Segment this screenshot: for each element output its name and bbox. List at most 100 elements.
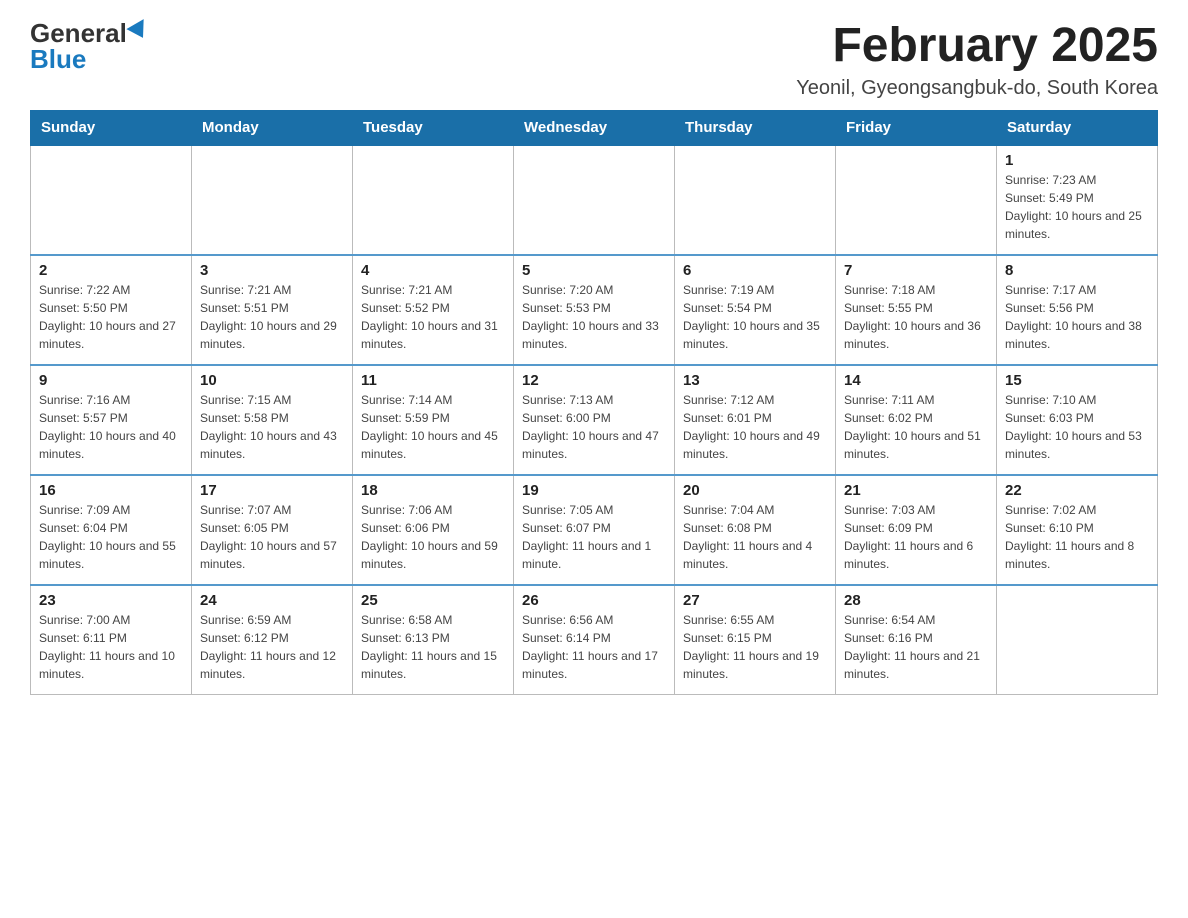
day-info: Sunrise: 7:23 AM Sunset: 5:49 PM Dayligh… (1005, 171, 1149, 243)
title-block: February 2025 Yeonil, Gyeongsangbuk-do, … (796, 20, 1158, 100)
day-header-tuesday: Tuesday (353, 110, 514, 145)
day-header-thursday: Thursday (675, 110, 836, 145)
day-info: Sunrise: 7:15 AM Sunset: 5:58 PM Dayligh… (200, 391, 344, 463)
day-number: 18 (361, 482, 505, 499)
day-info: Sunrise: 7:11 AM Sunset: 6:02 PM Dayligh… (844, 391, 988, 463)
day-info: Sunrise: 7:02 AM Sunset: 6:10 PM Dayligh… (1005, 501, 1149, 573)
day-number: 9 (39, 372, 183, 389)
calendar-cell: 12 Sunrise: 7:13 AM Sunset: 6:00 PM Dayli… (514, 365, 675, 475)
day-number: 1 (1005, 152, 1149, 169)
calendar-cell: 28 Sunrise: 6:54 AM Sunset: 6:16 PM Dayli… (836, 585, 997, 695)
calendar-cell: 5 Sunrise: 7:20 AM Sunset: 5:53 PM Daylig… (514, 255, 675, 365)
calendar-cell: 13 Sunrise: 7:12 AM Sunset: 6:01 PM Dayli… (675, 365, 836, 475)
page-header: General Blue February 2025 Yeonil, Gyeon… (30, 20, 1158, 100)
day-info: Sunrise: 7:21 AM Sunset: 5:51 PM Dayligh… (200, 281, 344, 353)
calendar-cell: 25Sunrise: 6:58 AM Sunset: 6:13 PM Dayli… (353, 585, 514, 695)
day-number: 10 (200, 372, 344, 389)
day-info: Sunrise: 7:06 AM Sunset: 6:06 PM Dayligh… (361, 501, 505, 573)
day-info: Sunrise: 7:14 AM Sunset: 5:59 PM Dayligh… (361, 391, 505, 463)
day-number: 22 (1005, 482, 1149, 499)
calendar-cell: 22 Sunrise: 7:02 AM Sunset: 6:10 PM Dayli… (997, 475, 1158, 585)
day-info: Sunrise: 7:13 AM Sunset: 6:00 PM Dayligh… (522, 391, 666, 463)
day-info: Sunrise: 6:54 AM Sunset: 6:16 PM Dayligh… (844, 611, 988, 683)
calendar-cell: 3 Sunrise: 7:21 AM Sunset: 5:51 PM Daylig… (192, 255, 353, 365)
day-info: Sunrise: 7:22 AM Sunset: 5:50 PM Dayligh… (39, 281, 183, 353)
calendar-cell: 9 Sunrise: 7:16 AM Sunset: 5:57 PM Daylig… (31, 365, 192, 475)
day-number: 11 (361, 372, 505, 389)
day-info: Sunrise: 7:05 AM Sunset: 6:07 PM Dayligh… (522, 501, 666, 573)
day-info: Sunrise: 6:55 AM Sunset: 6:15 PM Dayligh… (683, 611, 827, 683)
day-info: Sunrise: 7:18 AM Sunset: 5:55 PM Dayligh… (844, 281, 988, 353)
calendar-cell: 7 Sunrise: 7:18 AM Sunset: 5:55 PM Daylig… (836, 255, 997, 365)
calendar-cell: 24Sunrise: 6:59 AM Sunset: 6:12 PM Dayli… (192, 585, 353, 695)
calendar-cell: 4 Sunrise: 7:21 AM Sunset: 5:52 PM Daylig… (353, 255, 514, 365)
calendar-week-2: 2 Sunrise: 7:22 AM Sunset: 5:50 PM Daylig… (31, 255, 1158, 365)
day-number: 17 (200, 482, 344, 499)
day-info: Sunrise: 7:07 AM Sunset: 6:05 PM Dayligh… (200, 501, 344, 573)
day-info: Sunrise: 6:56 AM Sunset: 6:14 PM Dayligh… (522, 611, 666, 683)
calendar-week-1: 1 Sunrise: 7:23 AM Sunset: 5:49 PM Daylig… (31, 145, 1158, 255)
day-number: 5 (522, 262, 666, 279)
calendar-week-3: 9 Sunrise: 7:16 AM Sunset: 5:57 PM Daylig… (31, 365, 1158, 475)
day-header-wednesday: Wednesday (514, 110, 675, 145)
day-info: Sunrise: 7:10 AM Sunset: 6:03 PM Dayligh… (1005, 391, 1149, 463)
day-info: Sunrise: 7:21 AM Sunset: 5:52 PM Dayligh… (361, 281, 505, 353)
calendar-cell: 15 Sunrise: 7:10 AM Sunset: 6:03 PM Dayli… (997, 365, 1158, 475)
day-number: 13 (683, 372, 827, 389)
day-info: Sunrise: 7:09 AM Sunset: 6:04 PM Dayligh… (39, 501, 183, 573)
day-info: Sunrise: 7:04 AM Sunset: 6:08 PM Dayligh… (683, 501, 827, 573)
calendar-cell (675, 145, 836, 255)
day-header-friday: Friday (836, 110, 997, 145)
day-number: 15 (1005, 372, 1149, 389)
day-number: 14 (844, 372, 988, 389)
calendar-cell: 20 Sunrise: 7:04 AM Sunset: 6:08 PM Dayli… (675, 475, 836, 585)
logo-triangle-icon (126, 19, 151, 43)
day-number: 4 (361, 262, 505, 279)
day-info: Sunrise: 7:20 AM Sunset: 5:53 PM Dayligh… (522, 281, 666, 353)
day-info: Sunrise: 7:19 AM Sunset: 5:54 PM Dayligh… (683, 281, 827, 353)
calendar-cell (836, 145, 997, 255)
day-number: 25 (361, 592, 505, 609)
calendar-table: SundayMondayTuesdayWednesdayThursdayFrid… (30, 110, 1158, 696)
calendar-week-4: 16 Sunrise: 7:09 AM Sunset: 6:04 PM Dayli… (31, 475, 1158, 585)
calendar-cell (997, 585, 1158, 695)
calendar-cell (31, 145, 192, 255)
location-title: Yeonil, Gyeongsangbuk-do, South Korea (796, 77, 1158, 100)
calendar-week-5: 23 Sunrise: 7:00 AM Sunset: 6:11 PM Dayli… (31, 585, 1158, 695)
day-number: 7 (844, 262, 988, 279)
day-header-sunday: Sunday (31, 110, 192, 145)
day-number: 2 (39, 262, 183, 279)
calendar-cell: 23 Sunrise: 7:00 AM Sunset: 6:11 PM Dayli… (31, 585, 192, 695)
calendar-cell (192, 145, 353, 255)
day-info: Sunrise: 7:03 AM Sunset: 6:09 PM Dayligh… (844, 501, 988, 573)
calendar-cell: 1 Sunrise: 7:23 AM Sunset: 5:49 PM Daylig… (997, 145, 1158, 255)
calendar-cell: 10 Sunrise: 7:15 AM Sunset: 5:58 PM Dayli… (192, 365, 353, 475)
month-title: February 2025 (796, 20, 1158, 73)
day-number: 6 (683, 262, 827, 279)
logo-general-text: General (30, 20, 127, 46)
day-info: Sunrise: 7:12 AM Sunset: 6:01 PM Dayligh… (683, 391, 827, 463)
calendar-cell (514, 145, 675, 255)
day-number: 23 (39, 592, 183, 609)
calendar-cell: 14 Sunrise: 7:11 AM Sunset: 6:02 PM Dayli… (836, 365, 997, 475)
day-number: 3 (200, 262, 344, 279)
day-number: 27 (683, 592, 827, 609)
day-number: 20 (683, 482, 827, 499)
day-info: Sunrise: 7:00 AM Sunset: 6:11 PM Dayligh… (39, 611, 183, 683)
calendar-cell: 17 Sunrise: 7:07 AM Sunset: 6:05 PM Dayli… (192, 475, 353, 585)
calendar-cell: 16 Sunrise: 7:09 AM Sunset: 6:04 PM Dayli… (31, 475, 192, 585)
day-number: 8 (1005, 262, 1149, 279)
calendar-cell: 19Sunrise: 7:05 AM Sunset: 6:07 PM Dayli… (514, 475, 675, 585)
calendar-cell: 8Sunrise: 7:17 AM Sunset: 5:56 PM Daylig… (997, 255, 1158, 365)
day-number: 26 (522, 592, 666, 609)
calendar-cell: 27 Sunrise: 6:55 AM Sunset: 6:15 PM Dayli… (675, 585, 836, 695)
day-number: 16 (39, 482, 183, 499)
logo: General Blue (30, 20, 149, 72)
calendar-cell: 18 Sunrise: 7:06 AM Sunset: 6:06 PM Dayli… (353, 475, 514, 585)
day-info: Sunrise: 7:16 AM Sunset: 5:57 PM Dayligh… (39, 391, 183, 463)
day-number: 28 (844, 592, 988, 609)
day-header-saturday: Saturday (997, 110, 1158, 145)
calendar-header-row: SundayMondayTuesdayWednesdayThursdayFrid… (31, 110, 1158, 145)
day-number: 12 (522, 372, 666, 389)
calendar-cell (353, 145, 514, 255)
